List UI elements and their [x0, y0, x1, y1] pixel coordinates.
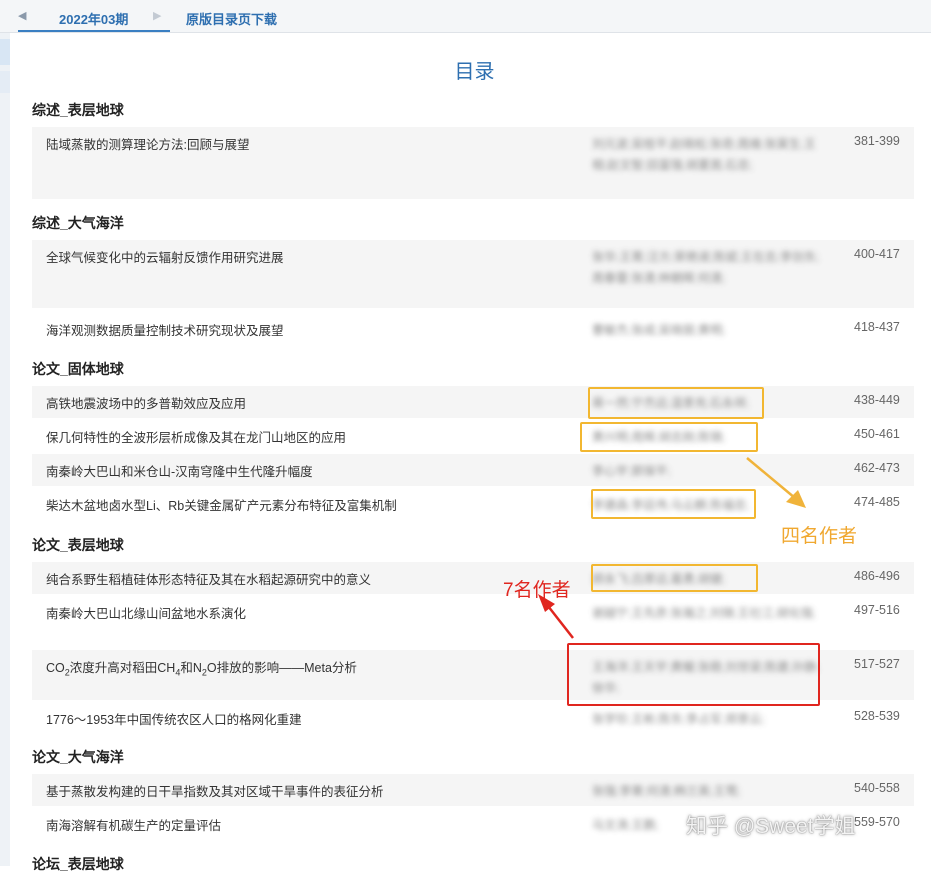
watermark-text: 知乎 @Sweet学姐	[686, 815, 856, 838]
annotation-arrows	[538, 457, 806, 639]
four-authors-note: 四名作者	[781, 526, 858, 547]
seven-authors-note: 7名作者	[503, 580, 571, 601]
orange-arrow-line	[746, 457, 796, 499]
red-arrow-line	[547, 605, 574, 639]
